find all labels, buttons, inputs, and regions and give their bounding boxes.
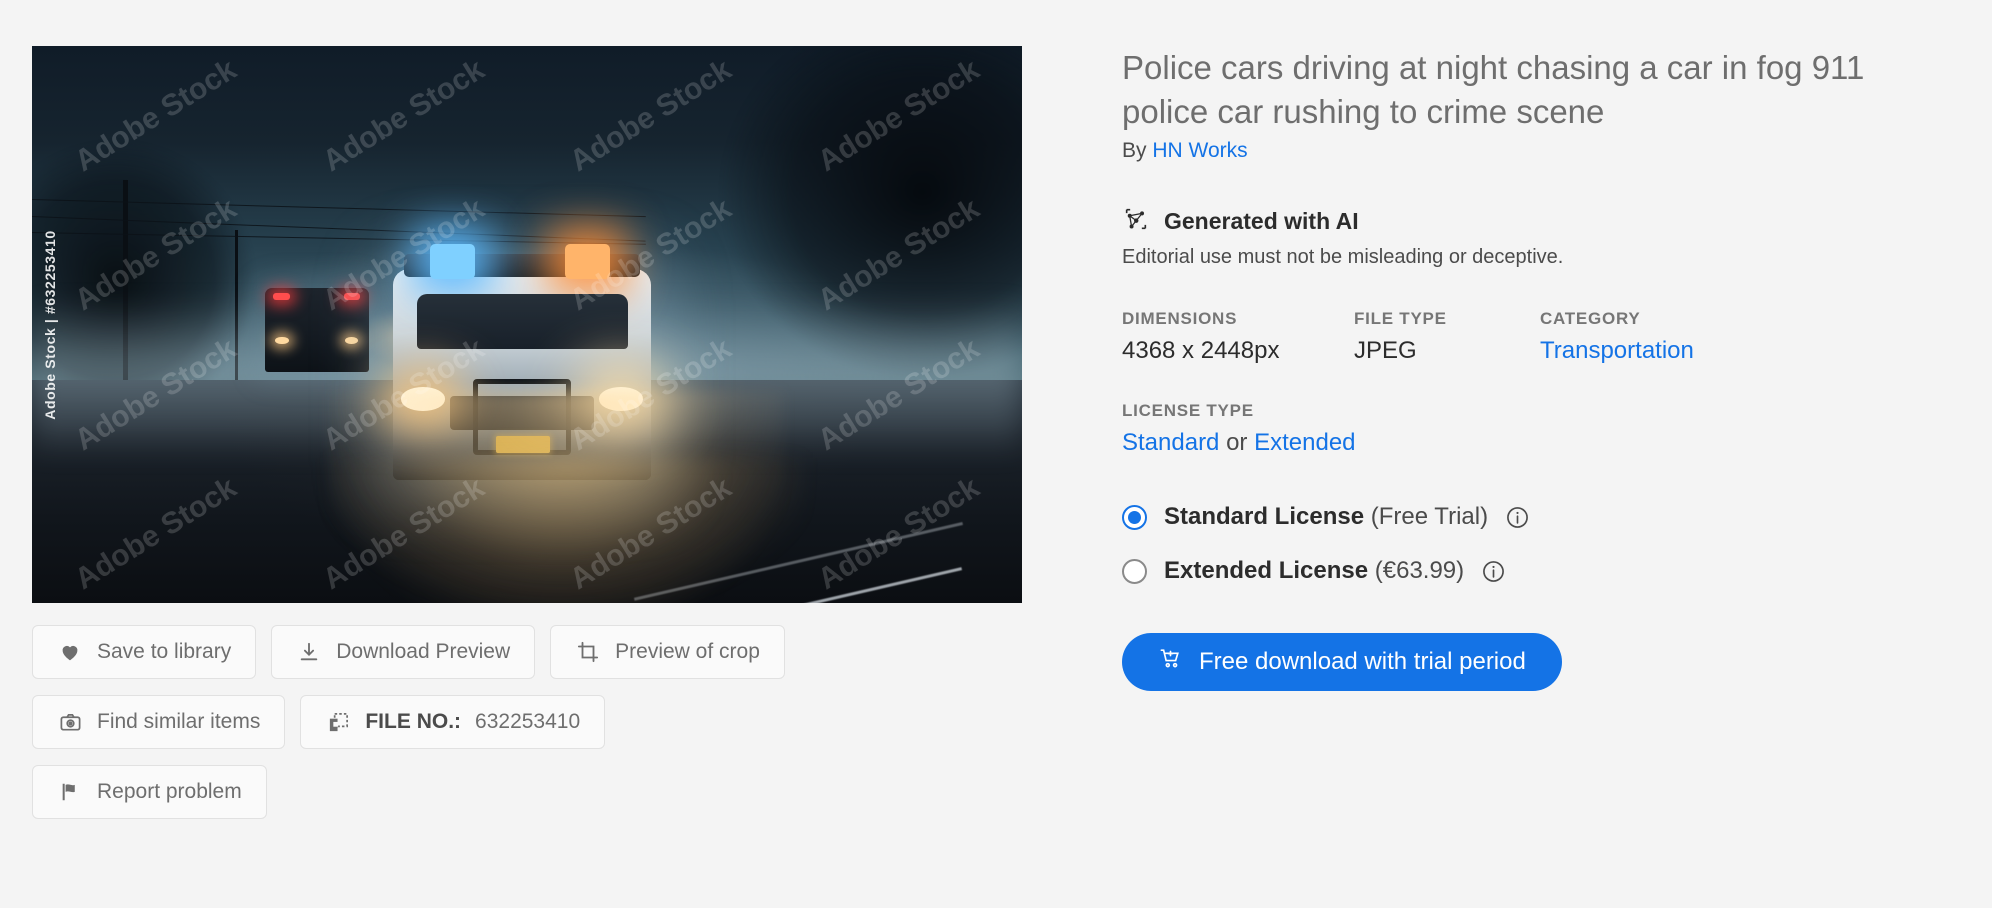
download-preview-label: Download Preview [336,640,511,663]
report-problem-button[interactable]: Report problem [32,765,267,819]
metadata-dimensions: DIMENSIONS 4368 x 2448px [1122,309,1354,365]
asset-info-column: Police cars driving at night chasing a c… [1110,0,1992,908]
crop-icon [575,639,601,665]
scene-windshield [416,294,628,350]
generated-with-ai-label: Generated with AI [1164,208,1359,235]
preview-of-crop-button[interactable]: Preview of crop [550,625,785,679]
asset-preview-image[interactable]: Adobe Stock Adobe Stock Adobe Stock Adob… [32,46,1022,603]
info-circle-icon[interactable] [1505,505,1530,530]
flag-icon [57,779,83,805]
free-download-label: Free download with trial period [1199,648,1526,676]
file-number-button[interactable]: FILE NO.: 632253410 [300,695,606,749]
extended-license-radio[interactable] [1122,558,1147,584]
standard-license-radio[interactable] [1122,504,1147,530]
extended-license-option-label: Extended License (€63.99) [1164,557,1464,585]
page-title: Police cars driving at night chasing a c… [1122,49,1865,130]
download-icon [296,639,322,665]
scene-red-strobe [564,244,610,280]
license-option-standard[interactable]: Standard License (Free Trial) [1122,503,1952,531]
scene-emergency-light [272,293,290,300]
file-number-label: FILE NO.: [365,710,462,733]
save-to-library-label: Save to library [97,640,232,663]
heart-icon [57,639,83,665]
scene-emergency-light [343,293,361,300]
watermark-asset-id: Adobe Stock | #632253410 [42,229,58,420]
standard-license-link[interactable]: Standard [1122,429,1219,456]
download-preview-button[interactable]: Download Preview [271,625,536,679]
byline: By HN Works [1122,139,1952,163]
dimensions-label: DIMENSIONS [1122,309,1238,329]
extended-license-price: (€63.99) [1374,557,1465,585]
asset-copy-icon [325,709,351,735]
metadata-category: CATEGORY Transportation [1540,309,1694,365]
dimensions-value: 4368 x 2448px [1122,337,1280,365]
metadata-file-type: FILE TYPE JPEG [1354,309,1540,365]
ai-editorial-note: Editorial use must not be misleading or … [1122,246,1564,269]
preview-column: Adobe Stock Adobe Stock Adobe Stock Adob… [0,0,1110,908]
preview-of-crop-label: Preview of crop [615,640,760,663]
standard-license-name: Standard License [1164,503,1365,531]
asset-metadata: DIMENSIONS 4368 x 2448px FILE TYPE JPEG … [1122,309,1952,365]
asset-actions-row-3: Report problem [32,765,1110,819]
extended-license-link[interactable]: Extended [1254,429,1355,456]
asset-detail-page: Adobe Stock Adobe Stock Adobe Stock Adob… [0,0,1992,908]
license-or-text: or [1226,429,1248,457]
ai-network-icon [1122,205,1150,238]
file-type-label: FILE TYPE [1354,309,1447,329]
standard-license-price: (Free Trial) [1370,503,1489,531]
free-download-button[interactable]: Free download with trial period [1122,633,1562,692]
find-similar-items-button[interactable]: Find similar items [32,695,286,749]
scene-headlight [275,336,289,345]
generated-with-ai-badge: Generated with AI [1122,205,1952,238]
asset-actions-row-2: Find similar items FILE NO.: 632253410 [32,695,1110,749]
scene-background-police-car [264,288,369,372]
camera-icon [57,709,83,735]
author-link[interactable]: HN Works [1152,139,1247,162]
category-label: CATEGORY [1540,309,1641,329]
license-type-label: LICENSE TYPE [1122,401,1254,421]
file-number-value: 632253410 [475,710,581,733]
byline-prefix: By [1122,139,1147,163]
scene-road-reflection [329,458,805,603]
asset-actions-row-1: Save to library Download Preview Preview… [32,625,1110,679]
info-circle-icon[interactable] [1481,559,1506,584]
license-type-links: Standard or Extended [1122,429,1952,457]
license-type-block: LICENSE TYPE Standard or Extended [1122,401,1952,457]
license-option-extended[interactable]: Extended License (€63.99) [1122,557,1952,585]
file-type-value: JPEG [1354,337,1417,365]
category-value: Transportation [1540,337,1694,365]
scene-blue-strobe [429,244,475,280]
report-problem-label: Report problem [97,780,242,803]
scene-headlight [344,336,359,345]
asset-actions: Save to library Download Preview Preview… [32,625,1110,819]
scene-lightbar [403,244,641,280]
standard-license-option-label: Standard License (Free Trial) [1164,503,1488,531]
category-link[interactable]: Transportation [1540,337,1694,364]
save-to-library-button[interactable]: Save to library [32,625,257,679]
scene-artwork [32,46,1022,603]
shopping-cart-icon [1158,646,1183,678]
find-similar-items-label: Find similar items [97,710,261,733]
extended-license-name: Extended License [1164,557,1369,585]
